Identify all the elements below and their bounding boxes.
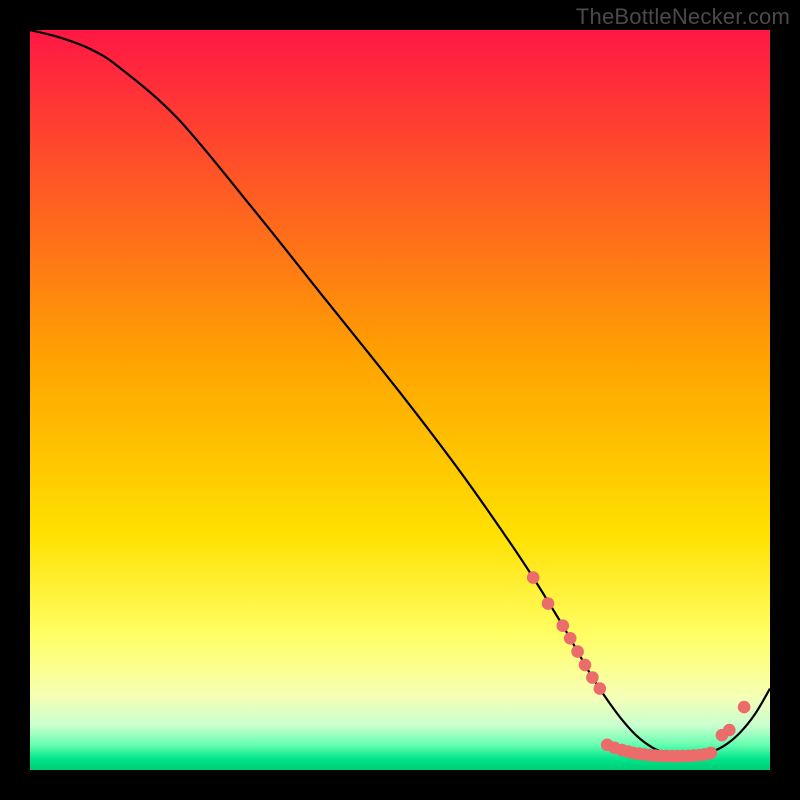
data-marker xyxy=(738,701,751,714)
data-marker xyxy=(579,659,592,672)
data-marker xyxy=(571,645,584,658)
chart-svg xyxy=(30,30,770,770)
data-marker xyxy=(564,632,577,645)
data-marker xyxy=(557,619,570,632)
data-marker xyxy=(586,671,599,684)
plot-area xyxy=(30,30,770,770)
data-marker xyxy=(542,597,555,610)
data-marker xyxy=(705,747,718,760)
chart-frame: TheBottleNecker.com xyxy=(0,0,800,800)
watermark-text: TheBottleNecker.com xyxy=(576,4,790,30)
gradient-background xyxy=(30,30,770,770)
data-marker xyxy=(594,682,607,695)
data-marker xyxy=(527,571,540,584)
data-marker xyxy=(723,724,736,737)
